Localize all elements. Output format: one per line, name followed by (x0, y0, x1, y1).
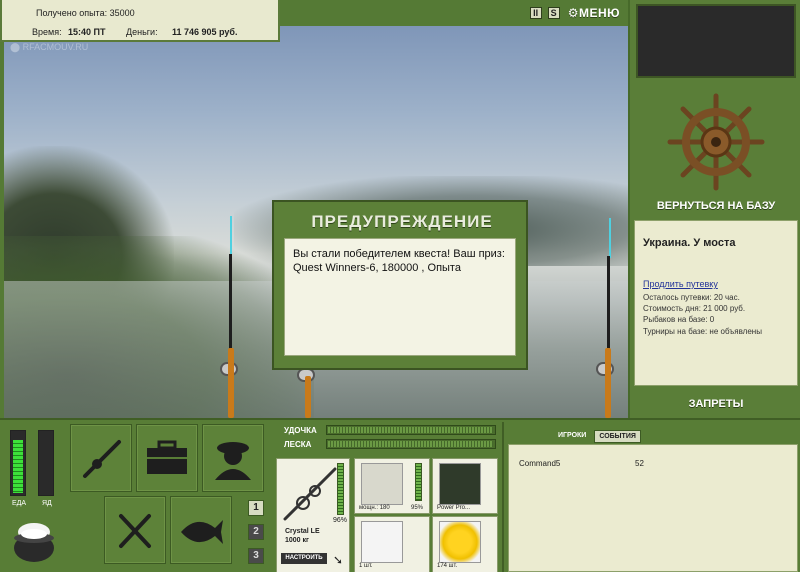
fisherman-icon (215, 442, 251, 480)
hook-slot[interactable]: 1 шт. (354, 516, 430, 572)
tournaments: Турниры на базе: не объявлены (643, 327, 762, 336)
rod-3-handle[interactable] (605, 348, 611, 418)
line-label: ЛЕСКА (284, 440, 312, 449)
fish-icon (181, 520, 223, 544)
tackle-box-button[interactable] (136, 424, 198, 492)
tackle-box-icon (147, 440, 187, 474)
poison-label: ЯД (42, 500, 52, 507)
character-button[interactable] (202, 424, 264, 492)
bait-count: 174 шт. (437, 563, 458, 569)
food-meter (10, 430, 26, 496)
time-label: Время: (32, 27, 62, 37)
rod-3[interactable] (607, 256, 610, 356)
reel-pct: 95% (411, 505, 424, 511)
bans-button[interactable]: ЗАПРЕТЫ (630, 398, 800, 410)
right-panel: ВЕРНУТЬСЯ НА БАЗУ Украина. У моста Продл… (628, 0, 800, 418)
rod-slot[interactable]: 96% Crystal LE 1000 кг НАСТРОИТЬ ➘ (276, 458, 350, 572)
reel-durability-bar (415, 463, 422, 501)
tackle-panel: УДОЧКА ЛЕСКА 96% Crystal LE 1000 кг НАСТР… (276, 420, 498, 572)
warning-dialog: ПРЕДУПРЕЖДЕНИЕ Вы стали победителем квес… (272, 200, 528, 370)
back-to-base-button[interactable]: ВЕРНУТЬСЯ НА БАЗУ (630, 200, 800, 212)
line-tension-bar (326, 439, 496, 449)
money-value: 11 746 905 руб. (172, 27, 238, 37)
experience-text: Получено опыта: 35000 (36, 8, 135, 18)
line-slot[interactable]: Power Pro... (432, 458, 498, 514)
tab-events[interactable]: СОБЫТИЯ (594, 430, 641, 443)
reel-slot[interactable]: мощн.: 180 95% (354, 458, 430, 514)
hook-item-icon (361, 521, 403, 563)
arrow-icon: ➘ (333, 553, 344, 567)
ship-wheel-icon[interactable] (666, 92, 766, 192)
reel-power: мощн.: 180 (359, 505, 390, 511)
location-panel: Украина. У моста Продлить путевку Остало… (634, 220, 798, 386)
food-button[interactable] (104, 496, 166, 564)
fork-knife-icon (119, 514, 151, 548)
dialog-title: ПРЕДУПРЕЖДЕНИЕ (311, 212, 493, 231)
rod-action-button[interactable] (70, 424, 132, 492)
rod-pct: 96% (333, 517, 348, 524)
location-title: Украина. У моста (643, 237, 736, 249)
rod-1[interactable] (229, 254, 232, 354)
player-info: Получено опыта: 35000 Время: 15:40 ПТ Де… (0, 0, 280, 42)
events-list: Command5 52 (508, 444, 798, 572)
time-value: 15:40 ПТ (68, 27, 106, 37)
line-item-icon (439, 463, 481, 505)
fishers-count: Рыбаков на базе: 0 (643, 315, 715, 324)
tab-3[interactable]: 3 (248, 548, 264, 564)
rod-name: Crystal LE 1000 кг (285, 528, 320, 544)
food-label: ЕДА (12, 500, 27, 507)
rod-1-handle[interactable] (228, 348, 234, 418)
event-name: Command5 (519, 459, 561, 468)
poison-meter (38, 430, 54, 496)
corn-bait-icon (439, 521, 481, 563)
events-panel: ИГРОКИ СОБЫТИЯ Command5 52 (502, 422, 798, 572)
list-item: Command5 52 (519, 459, 789, 468)
events-tabs: ИГРОКИ СОБЫТИЯ (554, 430, 641, 443)
status-meters: ЕДА ЯД (8, 430, 58, 510)
top-toolbar: II S ⚙МЕНЮ (529, 6, 620, 20)
line-name: Power Pro... (437, 505, 471, 511)
rod-2-handle[interactable] (305, 376, 311, 418)
fish-keepnet-button[interactable] (170, 496, 232, 564)
hook-count: 1 шт. (359, 563, 373, 569)
rod-icon (83, 440, 121, 478)
gear-icon: ⚙ (567, 6, 579, 20)
menu-button[interactable]: ⚙МЕНЮ (568, 6, 620, 20)
game-screen: Получено опыта: 35000 Время: 15:40 ПТ Де… (0, 0, 800, 572)
reel-item-icon (361, 463, 403, 505)
event-value: 52 (635, 459, 644, 468)
permit-remaining: Осталось путевки: 20 час. (643, 293, 740, 302)
dialog-message: Вы стали победителем квеста! Ваш приз: Q… (284, 238, 516, 356)
money-label: Деньги: (126, 27, 158, 37)
rod-1-tip (230, 216, 232, 256)
rod-tension-bar (326, 425, 496, 435)
bottom-panel: ЕДА ЯД 1 2 3 УДОЧКА ЛЕСКА 96% Crystal LE… (0, 418, 800, 572)
rod-item-icon (283, 467, 337, 521)
extend-permit-link[interactable]: Продлить путевку (643, 279, 718, 289)
food-pot-icon[interactable] (10, 516, 58, 566)
bait-slot[interactable]: 174 шт. (432, 516, 498, 572)
watermark-logo: ⬤ RFACMOUV.RU (10, 42, 89, 52)
day-cost: Стоимость дня: 21 000 руб. (643, 304, 746, 313)
tab-players[interactable]: ИГРОКИ (554, 430, 590, 443)
rod-durability-bar (337, 463, 344, 515)
tab-1[interactable]: 1 (248, 500, 264, 516)
pause-button[interactable]: II (529, 7, 542, 19)
rod-3-tip (609, 218, 611, 258)
tab-2[interactable]: 2 (248, 524, 264, 540)
sound-button[interactable]: S (547, 7, 560, 19)
rod-label: УДОЧКА (284, 426, 317, 435)
setup-button[interactable]: НАСТРОИТЬ (281, 553, 327, 564)
info-screen (636, 4, 796, 78)
